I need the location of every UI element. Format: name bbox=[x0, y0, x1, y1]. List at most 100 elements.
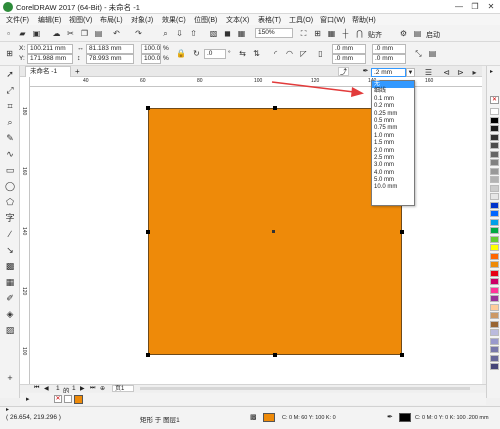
artistic-media-icon[interactable]: ∿ bbox=[4, 148, 16, 160]
quick-customize-icon[interactable]: ▸ bbox=[469, 67, 480, 78]
palette-swatch[interactable] bbox=[490, 312, 499, 319]
selection-handle[interactable] bbox=[146, 353, 150, 357]
crop-tool-icon[interactable]: ⌗ bbox=[4, 100, 16, 112]
selection-handle[interactable] bbox=[400, 353, 404, 357]
menu-tools[interactable]: 工具(O) bbox=[289, 15, 313, 25]
outline-width-option[interactable]: 10.0 mm bbox=[372, 184, 414, 191]
selection-handle[interactable] bbox=[273, 106, 277, 110]
outline-width-option[interactable]: 1.0 mm bbox=[372, 133, 414, 140]
palette-options-icon[interactable]: ▸ bbox=[490, 68, 493, 75]
restore-button[interactable]: ❐ bbox=[468, 1, 482, 13]
palette-swatch[interactable] bbox=[490, 150, 499, 158]
paste-icon[interactable]: ▤ bbox=[93, 28, 104, 39]
chamfer-corner-icon[interactable]: ◸ bbox=[298, 48, 309, 59]
previous-page-icon[interactable]: ◀ bbox=[44, 385, 49, 392]
palette-swatch[interactable] bbox=[490, 295, 499, 302]
eyedropper-icon[interactable]: ✐ bbox=[4, 292, 16, 304]
undo-icon[interactable]: ↶ bbox=[111, 28, 122, 39]
snap-to-dropdown[interactable]: 贴齐 bbox=[368, 30, 382, 40]
menu-object[interactable]: 对象(J) bbox=[131, 15, 153, 25]
outline-width-option[interactable]: 0.5 mm bbox=[372, 118, 414, 125]
menu-table[interactable]: 表格(T) bbox=[258, 15, 281, 25]
polygon-tool-icon[interactable]: ⬠ bbox=[4, 196, 16, 208]
white-swatch[interactable] bbox=[64, 395, 72, 403]
height-field[interactable]: 78.993 mm bbox=[86, 54, 134, 64]
outline-width-option[interactable]: 4.0 mm bbox=[372, 170, 414, 177]
palette-swatch[interactable] bbox=[490, 269, 499, 277]
orange-rectangle[interactable] bbox=[148, 108, 402, 355]
corner-radius-top-left[interactable]: .0 mm bbox=[332, 44, 366, 54]
corner-radius-bottom-left[interactable]: .0 mm bbox=[332, 54, 366, 64]
outline-color-indicator[interactable] bbox=[399, 413, 411, 422]
menu-text[interactable]: 文本(X) bbox=[226, 15, 249, 25]
corner-radius-bottom-right[interactable]: .0 mm bbox=[372, 54, 406, 64]
line-style-icon[interactable]: ☰ bbox=[423, 67, 434, 78]
document-tab[interactable]: 未命名 -1 bbox=[25, 66, 71, 77]
last-page-icon[interactable]: ⏭ bbox=[90, 385, 95, 392]
palette-swatch[interactable] bbox=[490, 278, 499, 285]
outline-width-dropdown-arrow[interactable]: ▼ bbox=[406, 68, 415, 77]
status-expand-icon[interactable]: ▸ bbox=[6, 406, 9, 413]
palette-swatch[interactable] bbox=[490, 252, 499, 260]
selection-handle[interactable] bbox=[146, 106, 150, 110]
round-corner-icon[interactable]: ◜ bbox=[270, 48, 281, 59]
lock-ratio-icon[interactable]: 🔒 bbox=[175, 48, 186, 59]
search-content-icon[interactable]: ⌕ bbox=[160, 28, 171, 39]
palette-swatch[interactable] bbox=[490, 176, 499, 183]
horizontal-scrollbar[interactable] bbox=[140, 387, 470, 390]
corner-lock-icon[interactable]: ▯ bbox=[315, 48, 326, 59]
palette-swatch[interactable] bbox=[490, 329, 499, 336]
orange-swatch[interactable] bbox=[74, 395, 83, 404]
palette-swatch[interactable] bbox=[490, 159, 499, 166]
menu-layout[interactable]: 布局(L) bbox=[100, 15, 123, 25]
parallel-dimension-icon[interactable]: ∕ bbox=[4, 228, 16, 240]
fill-color-indicator[interactable] bbox=[263, 413, 275, 422]
vertical-ruler[interactable]: 180 160 140 120 100 bbox=[20, 77, 30, 384]
full-screen-icon[interactable]: ⛶ bbox=[298, 28, 309, 39]
palette-swatch[interactable] bbox=[490, 108, 499, 115]
menu-effects[interactable]: 效果(C) bbox=[162, 15, 186, 25]
smart-fill-icon[interactable]: ▨ bbox=[4, 324, 16, 336]
redo-icon[interactable]: ↷ bbox=[133, 28, 144, 39]
palette-options-icon[interactable]: ▸ bbox=[26, 395, 30, 403]
pdf-icon[interactable]: ▧ bbox=[208, 28, 219, 39]
menu-file[interactable]: 文件(F) bbox=[6, 15, 29, 25]
y-position-field[interactable]: 171.988 mm bbox=[27, 54, 73, 64]
no-color-swatch[interactable]: ✕ bbox=[490, 96, 499, 104]
rotation-angle-field[interactable]: .0 bbox=[204, 49, 226, 59]
connector-tool-icon[interactable]: ↘ bbox=[4, 244, 16, 256]
corner-radius-top-right[interactable]: .0 mm bbox=[372, 44, 406, 54]
copy-icon[interactable]: ❐ bbox=[79, 28, 90, 39]
next-page-icon[interactable]: ▶ bbox=[80, 385, 85, 392]
zoom-level-select[interactable]: 150% bbox=[255, 28, 293, 38]
mirror-vertical-icon[interactable]: ⇅ bbox=[251, 48, 262, 59]
palette-swatch[interactable] bbox=[490, 167, 499, 175]
relative-corner-icon[interactable]: ⤡ bbox=[413, 48, 424, 59]
x-position-field[interactable]: 100.211 mm bbox=[27, 44, 73, 54]
new-document-icon[interactable]: ▫ bbox=[3, 28, 14, 39]
cloud-icon[interactable]: ☁ bbox=[51, 28, 62, 39]
publish-icon[interactable]: ▦ bbox=[236, 28, 247, 39]
palette-swatch[interactable] bbox=[490, 193, 499, 200]
palette-swatch[interactable] bbox=[490, 346, 499, 353]
snap-magnet-icon[interactable]: ⋂ bbox=[354, 28, 365, 39]
menu-window[interactable]: 窗口(W) bbox=[320, 15, 345, 25]
open-folder-icon[interactable]: ▰ bbox=[17, 28, 28, 39]
outline-width-option[interactable]: 0.1 mm bbox=[372, 96, 414, 103]
palette-swatch[interactable] bbox=[490, 320, 499, 328]
minimize-button[interactable]: — bbox=[452, 1, 466, 13]
outline-width-option[interactable]: 细线 bbox=[372, 88, 414, 95]
menu-edit[interactable]: 编辑(E) bbox=[38, 15, 61, 25]
export-icon[interactable]: ⇧ bbox=[188, 28, 199, 39]
outline-width-dropdown-list[interactable]: 无 细线 0.1 mm 0.2 mm 0.25 mm 0.5 mm 0.75 m… bbox=[371, 80, 415, 206]
outline-width-option[interactable]: 0.25 mm bbox=[372, 111, 414, 118]
outline-width-option[interactable]: 2.5 mm bbox=[372, 155, 414, 162]
end-arrow-icon[interactable]: ⊳ bbox=[455, 67, 466, 78]
new-tab-plus[interactable]: + bbox=[75, 67, 80, 76]
menu-help[interactable]: 帮助(H) bbox=[352, 15, 376, 25]
outline-width-input[interactable]: .2 mm bbox=[371, 68, 406, 77]
outline-width-option[interactable]: 0.75 mm bbox=[372, 125, 414, 132]
scale-x-field[interactable]: 100.0 bbox=[141, 44, 161, 54]
app-launcher-icon[interactable]: ◼ bbox=[222, 28, 233, 39]
cut-icon[interactable]: ✂ bbox=[65, 28, 76, 39]
